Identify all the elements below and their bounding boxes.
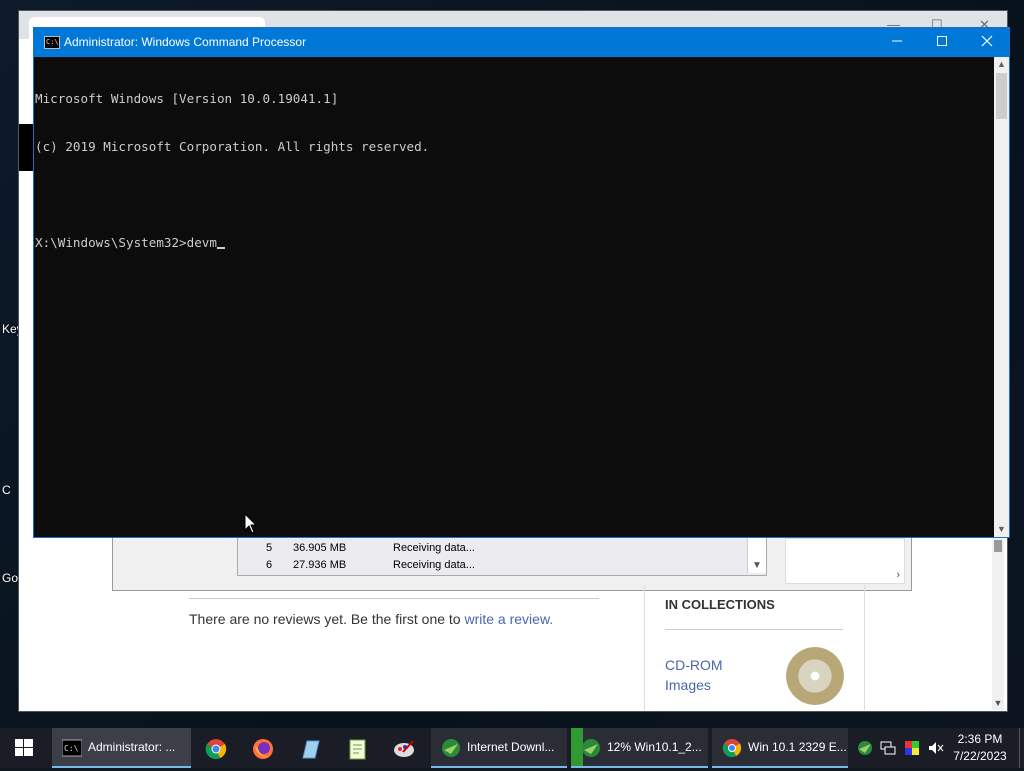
idm-icon [442, 739, 460, 757]
collections-heading: IN COLLECTIONS [665, 597, 775, 612]
reviews-text: There are no reviews yet. Be the first o… [189, 611, 465, 627]
windows-logo-icon [15, 739, 33, 756]
console-scrollbar[interactable]: ▲ ▼ [994, 57, 1009, 537]
download-side-panel: › [785, 538, 905, 584]
cmd-app-icon[interactable]: C:\ [44, 36, 60, 49]
notepad-plus-icon[interactable] [346, 738, 368, 760]
divider [665, 629, 843, 630]
taskbar-item-cmd[interactable]: C:\ Administrator: ... [52, 728, 191, 768]
taskbar-item-label: 12% Win10.1_2... [607, 740, 702, 754]
firefox-icon[interactable] [252, 738, 274, 760]
desktop-icon-label[interactable]: C [2, 483, 11, 497]
download-status: Receiving data... [393, 559, 475, 571]
cdrom-collection-image[interactable] [786, 647, 844, 705]
download-list: 5 36.905 MB Receiving data... 6 27.936 M… [237, 532, 767, 576]
show-desktop-button[interactable] [1019, 728, 1024, 768]
download-dialog: 5 36.905 MB Receiving data... 6 27.936 M… [112, 531, 912, 591]
cmd-icon: C:\ [62, 739, 82, 757]
console-output[interactable]: Microsoft Windows [Version 10.0.19041.1]… [34, 57, 995, 537]
scrollbar-thumb[interactable] [994, 540, 1002, 552]
collections-panel: IN COLLECTIONS CD-ROM Images [644, 585, 865, 710]
chevron-down-icon[interactable]: ▼ [748, 560, 766, 571]
taskbar-item-download-progress[interactable]: 12% Win10.1_2... [571, 728, 708, 768]
collection-link[interactable]: CD-ROM [665, 657, 723, 673]
volume-muted-icon[interactable] [928, 740, 944, 756]
reviews-message: There are no reviews yet. Be the first o… [189, 611, 553, 627]
download-size: 36.905 MB [293, 542, 347, 554]
network-icon[interactable] [880, 740, 896, 756]
prompt-text: X:\Windows\System32>devm [35, 235, 217, 250]
page-scrollbar[interactable]: ▼ [992, 538, 1004, 710]
list-item[interactable]: 6 27.936 MB Receiving data... [238, 558, 746, 574]
minimize-icon [892, 40, 902, 42]
chevron-down-icon[interactable]: ▼ [994, 522, 1009, 537]
cmd-window: C:\ Administrator: Windows Command Proce… [33, 27, 1010, 538]
console-line: (c) 2019 Microsoft Corporation. All righ… [35, 139, 430, 154]
system-clock[interactable]: 2:36 PM 7/22/2023 [948, 731, 1012, 765]
taskbar-item-chrome[interactable]: Win 10.1 2329 E... [712, 728, 848, 768]
write-review-link[interactable]: write a review. [464, 611, 553, 627]
chrome-icon[interactable] [205, 738, 227, 760]
console-line: Microsoft Windows [Version 10.0.19041.1] [35, 91, 339, 106]
clock-time: 2:36 PM [957, 732, 1003, 746]
download-list-scrollbar[interactable]: ▼ [747, 533, 766, 573]
minimize-button[interactable] [874, 28, 920, 57]
chevron-right-icon[interactable]: › [896, 569, 900, 581]
chrome-icon [722, 739, 742, 758]
window-title: Administrator: Windows Command Processor [64, 35, 307, 49]
desktop-icon-label[interactable]: Go [2, 571, 18, 585]
download-size: 27.936 MB [293, 559, 347, 571]
text-cursor [216, 247, 225, 249]
idm-icon [582, 739, 600, 757]
mouse-pointer-icon [244, 513, 258, 534]
paint-icon[interactable] [393, 738, 415, 760]
download-status: Receiving data... [393, 542, 475, 554]
maximize-button[interactable] [919, 28, 965, 57]
taskbar-item-label: Internet Downl... [467, 740, 555, 754]
clock-date: 7/22/2023 [953, 749, 1007, 763]
command-prompt-line[interactable]: X:\Windows\System32>devm [35, 235, 995, 251]
notepad-icon[interactable] [299, 738, 321, 760]
chevron-up-icon[interactable]: ▲ [994, 57, 1009, 72]
taskbar: C:\ Administrator: ... Internet Downl...… [0, 728, 1024, 768]
collection-link[interactable]: Images [665, 677, 711, 693]
chevron-down-icon[interactable]: ▼ [992, 698, 1004, 708]
taskbar-item-label: Administrator: ... [88, 740, 176, 754]
list-item[interactable]: 5 36.905 MB Receiving data... [238, 541, 746, 557]
cmd-titlebar[interactable]: C:\ Administrator: Windows Command Proce… [34, 28, 1009, 57]
download-number: 6 [266, 559, 273, 571]
download-number: 5 [266, 542, 273, 554]
start-button[interactable] [0, 728, 48, 768]
taskbar-item-idm[interactable]: Internet Downl... [431, 728, 567, 768]
close-icon [981, 35, 993, 47]
idm-tray-icon[interactable] [857, 740, 873, 756]
maximize-icon [937, 36, 947, 46]
scrollbar-thumb[interactable] [996, 73, 1007, 119]
color-app-icon[interactable] [904, 740, 920, 756]
taskbar-item-label: Win 10.1 2329 E... [748, 740, 847, 754]
svg-text:C:\: C:\ [64, 744, 79, 753]
close-button[interactable] [964, 28, 1010, 57]
divider [189, 598, 599, 599]
